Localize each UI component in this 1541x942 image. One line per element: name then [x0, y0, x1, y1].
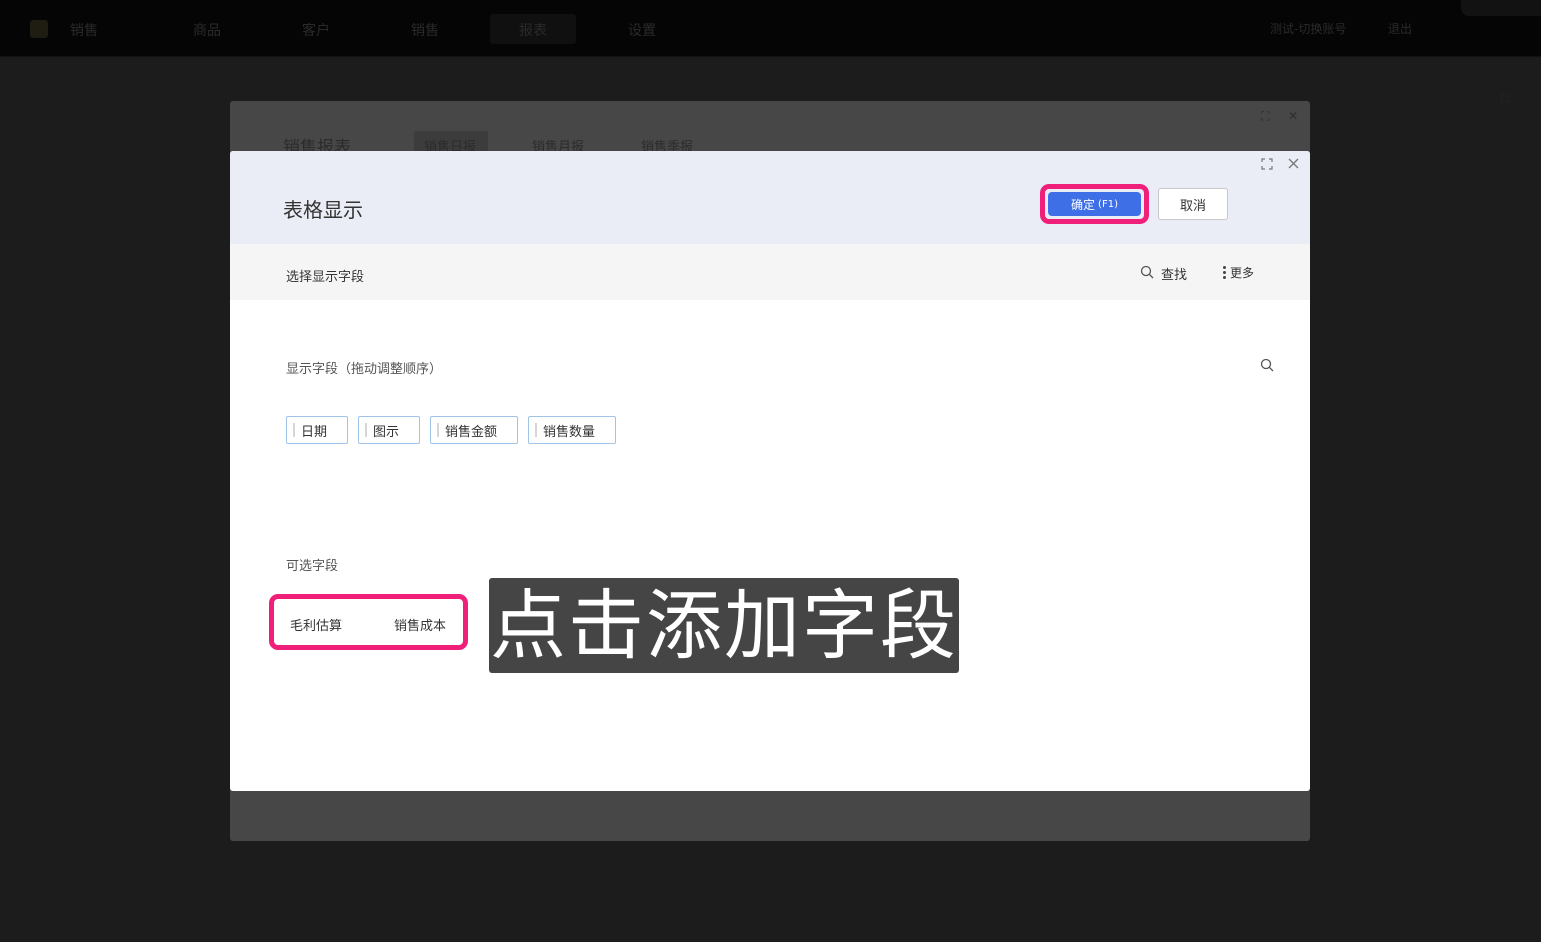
drag-handle-icon[interactable]	[437, 423, 439, 437]
display-field-chip[interactable]: 日期	[286, 416, 348, 444]
confirm-shortcut: (F1)	[1098, 198, 1118, 210]
cancel-button-label: 取消	[1179, 198, 1206, 214]
expand-icon[interactable]	[1261, 158, 1273, 174]
display-fields-search-icon[interactable]	[1260, 357, 1274, 376]
confirm-button[interactable]: 确定 (F1)	[1048, 192, 1141, 216]
more-label: 更多	[1230, 266, 1255, 280]
display-field-chip[interactable]: 销售金额	[430, 416, 518, 444]
more-vertical-icon	[1223, 266, 1226, 279]
nav-item-sales[interactable]: 销售	[411, 20, 439, 40]
cancel-button[interactable]: 取消	[1158, 188, 1228, 220]
available-field-sales-cost[interactable]: 销售成本	[394, 615, 446, 634]
display-fields-label: 显示字段（拖动调整顺序）	[286, 362, 443, 377]
nav-item-settings[interactable]: 设置	[628, 20, 656, 40]
corner-badge	[1461, 0, 1541, 16]
field-toolbar: 选择显示字段 查找 更多	[230, 244, 1310, 300]
display-field-label: 销售数量	[543, 424, 596, 440]
available-field-gross-profit[interactable]: 毛利估算	[290, 615, 342, 634]
display-field-label: 日期	[301, 424, 328, 440]
nav-item-customers[interactable]: 客户	[302, 20, 330, 40]
nav-logout[interactable]: 退出	[1388, 20, 1412, 37]
dialog-header: 表格显示 确定 (F1) 取消	[230, 151, 1310, 244]
search-icon	[1140, 265, 1154, 283]
nav-item-sales-home[interactable]: 销售	[70, 20, 98, 40]
find-button[interactable]: 查找	[1140, 264, 1187, 283]
app-logo	[30, 20, 48, 38]
available-fields-highlight: 毛利估算 销售成本	[269, 594, 468, 650]
table-display-dialog: 表格显示 确定 (F1) 取消 选择显示字段 查找 更多 显示字段（拖动调整顺序…	[230, 151, 1310, 791]
close-icon[interactable]	[1288, 158, 1299, 173]
toolbar-title: 选择显示字段	[286, 270, 365, 285]
display-field-label: 销售金额	[445, 424, 498, 440]
side-panel-icon: ◻	[1500, 90, 1510, 104]
confirm-button-label: 确定	[1071, 197, 1096, 212]
background-close-icon[interactable]: ✕	[1288, 109, 1298, 123]
nav-user-account[interactable]: 测试-切换账号	[1270, 20, 1346, 37]
display-field-chip[interactable]: 销售数量	[528, 416, 616, 444]
confirm-highlight: 确定 (F1)	[1040, 184, 1149, 224]
drag-handle-icon[interactable]	[535, 423, 537, 437]
nav-item-products[interactable]: 商品	[193, 20, 221, 40]
more-button[interactable]: 更多	[1223, 264, 1254, 281]
find-label: 查找	[1161, 268, 1188, 283]
drag-handle-icon[interactable]	[365, 423, 367, 437]
tutorial-hint-caption: 点击添加字段	[489, 578, 959, 673]
background-expand-icon[interactable]: ⛶	[1261, 109, 1269, 124]
drag-handle-icon[interactable]	[293, 423, 295, 437]
display-field-label: 图示	[373, 424, 400, 440]
display-field-chip[interactable]: 图示	[358, 416, 420, 444]
available-fields-label: 可选字段	[286, 559, 339, 574]
dialog-title: 表格显示	[283, 198, 363, 222]
top-nav: 销售 商品 客户 销售 报表 设置 测试-切换账号 退出	[0, 0, 1541, 57]
nav-item-reports[interactable]: 报表	[519, 20, 547, 40]
